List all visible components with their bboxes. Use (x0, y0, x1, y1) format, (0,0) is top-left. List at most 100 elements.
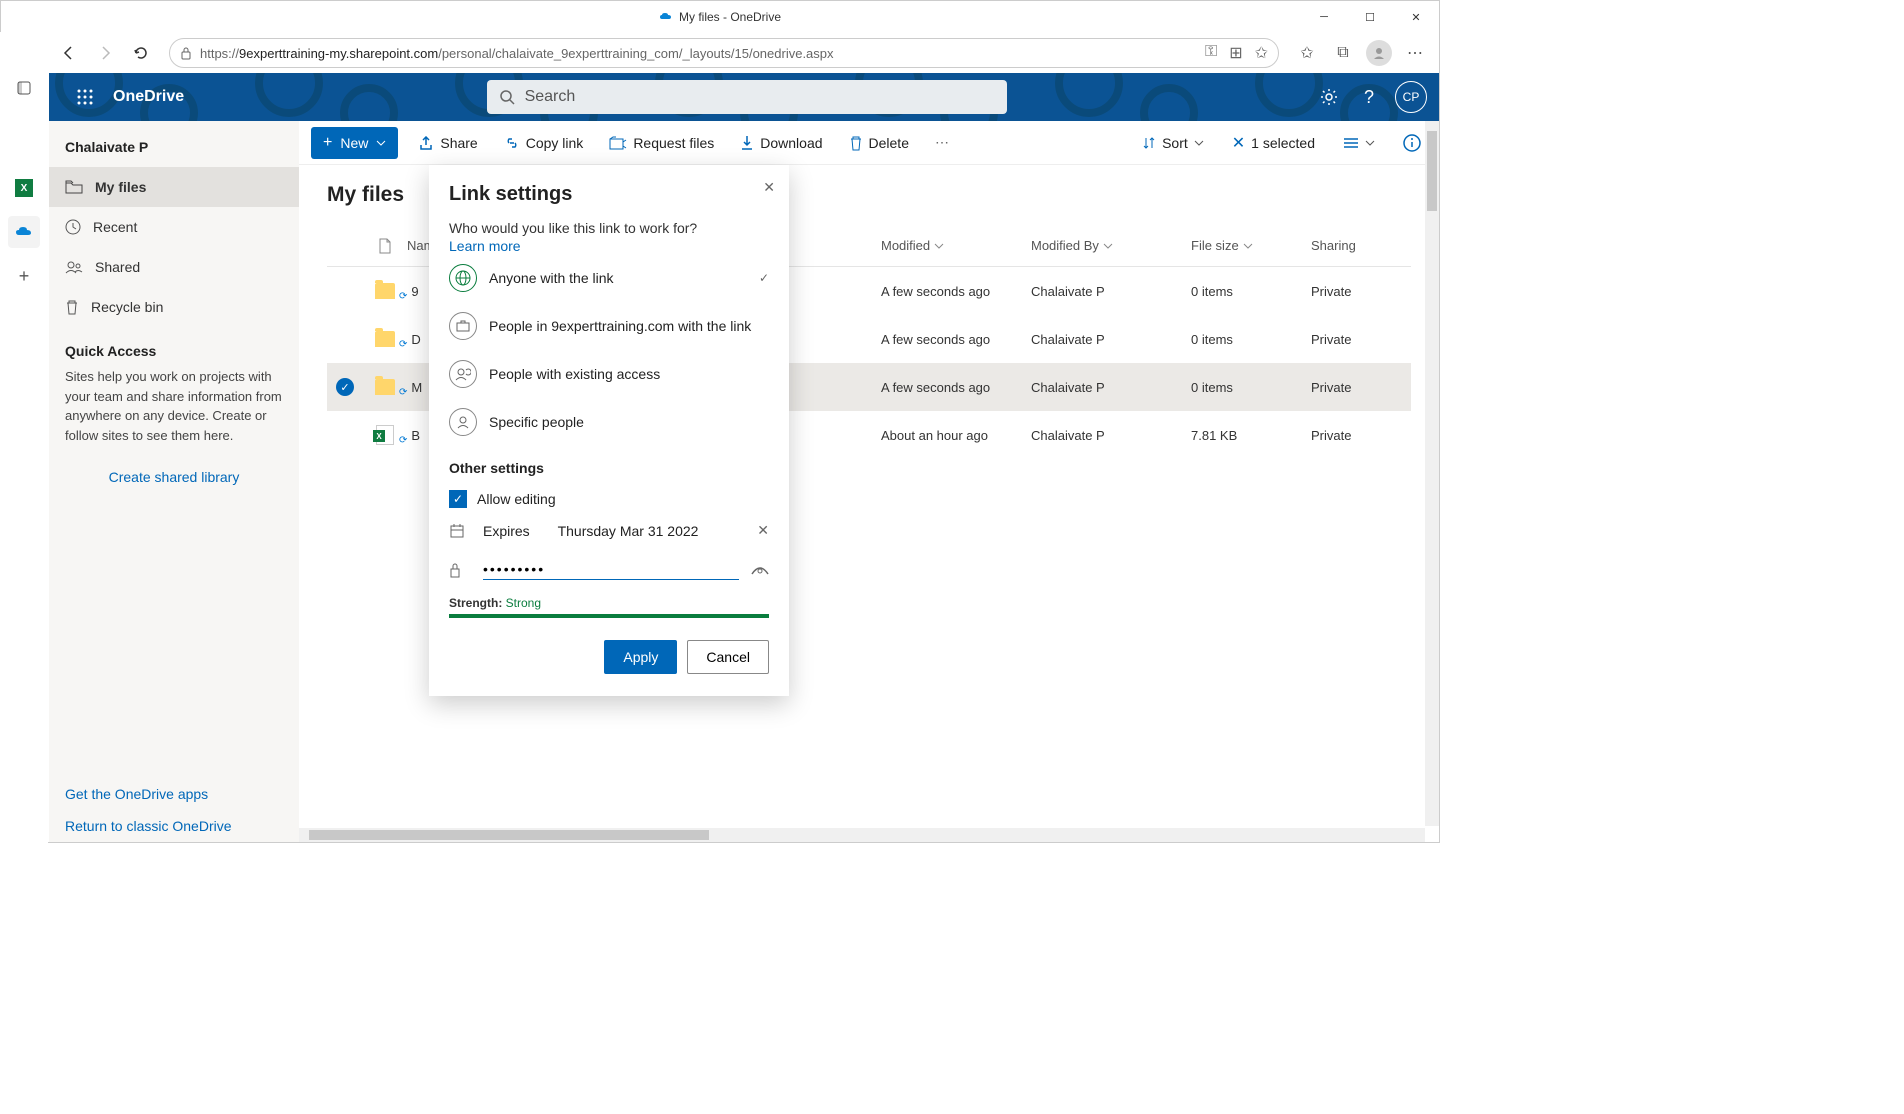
lock-icon (180, 46, 192, 60)
cell-size: 0 items (1191, 332, 1311, 347)
tab-actions[interactable] (8, 72, 40, 104)
cell-modifiedby: Chalaivate P (1031, 284, 1191, 299)
cancel-button[interactable]: Cancel (687, 640, 769, 674)
col-filesize[interactable]: File size (1191, 238, 1311, 253)
quick-access-title: Quick Access (65, 343, 283, 359)
col-modified[interactable]: Modified (861, 238, 1031, 253)
file-name: M (411, 380, 422, 395)
edge-tabstrip: X + (0, 32, 48, 1114)
dialog-title: Link settings (449, 183, 769, 206)
help-icon[interactable]: ? (1349, 77, 1389, 117)
horizontal-scrollbar[interactable] (299, 828, 1425, 842)
tab-excel[interactable]: X (8, 172, 40, 204)
sidebar-item-recent[interactable]: Recent (49, 207, 299, 247)
overflow-button[interactable]: ⋯ (929, 134, 955, 151)
favorites-bar-icon[interactable]: ✩ (1291, 37, 1323, 69)
vertical-scrollbar[interactable] (1425, 121, 1439, 826)
info-button[interactable] (1397, 134, 1427, 152)
search-icon (499, 89, 515, 105)
cell-size: 0 items (1191, 284, 1311, 299)
close-button[interactable]: ✕ (1393, 1, 1439, 33)
cell-modifiedby: Chalaivate P (1031, 332, 1191, 347)
folder-icon (65, 180, 83, 194)
search-box[interactable]: Search (487, 80, 1007, 114)
sidebar-item-recycle[interactable]: Recycle bin (49, 287, 299, 327)
sync-icon: ⟳ (399, 435, 407, 446)
request-button[interactable]: Request files (603, 135, 720, 151)
show-password-icon[interactable] (751, 564, 769, 576)
col-modifiedby[interactable]: Modified By (1031, 238, 1191, 253)
cell-sharing: Private (1311, 428, 1411, 443)
product-name[interactable]: OneDrive (113, 88, 184, 106)
cell-modified: About an hour ago (861, 428, 1031, 443)
main-pane: +New Share Copy link Request files Downl… (299, 121, 1439, 842)
favorite-icon[interactable]: ✩ (1255, 43, 1268, 63)
sidebar-item-shared[interactable]: Shared (49, 247, 299, 287)
new-button[interactable]: +New (311, 127, 398, 159)
person-icon (449, 408, 477, 436)
collections-icon[interactable]: ⧉ (1327, 37, 1359, 69)
refresh-button[interactable] (125, 37, 157, 69)
create-shared-library[interactable]: Create shared library (49, 461, 299, 493)
cell-sharing: Private (1311, 332, 1411, 347)
cell-modified: A few seconds ago (861, 380, 1031, 395)
password-input[interactable] (483, 559, 739, 580)
onedrive-cloud-icon (659, 12, 673, 22)
calendar-icon (449, 523, 471, 539)
get-apps-link[interactable]: Get the OneDrive apps (49, 778, 299, 810)
command-bar: +New Share Copy link Request files Downl… (299, 121, 1439, 165)
people-refresh-icon (449, 360, 477, 388)
cell-modifiedby: Chalaivate P (1031, 380, 1191, 395)
share-button[interactable]: Share (412, 135, 483, 151)
quick-access-text: Sites help you work on projects with you… (65, 367, 283, 445)
row-selected-icon[interactable]: ✓ (336, 378, 354, 396)
expiration-row[interactable]: Expires Thursday Mar 31 2022 ✕ (449, 512, 769, 549)
option-anyone[interactable]: Anyone with the link ✓ (449, 254, 769, 302)
delete-button[interactable]: Delete (843, 135, 915, 151)
app-launcher[interactable] (61, 73, 109, 121)
extensions-icon[interactable]: ⊞ (1229, 43, 1242, 63)
file-name: B (411, 428, 420, 443)
url-text: https://9experttraining-my.sharepoint.co… (200, 46, 834, 61)
forward-button[interactable] (89, 37, 121, 69)
password-strength: Strength: Strong (449, 596, 769, 610)
selected-indicator[interactable]: ✕1 selected (1226, 133, 1321, 153)
profile-avatar[interactable] (1363, 37, 1395, 69)
titlebar: My files - OneDrive ─ ☐ ✕ (1, 1, 1439, 33)
tab-new[interactable]: + (8, 260, 40, 292)
password-row[interactable] (449, 549, 769, 590)
back-button[interactable] (53, 37, 85, 69)
option-org[interactable]: People in 9experttraining.com with the l… (449, 302, 769, 350)
dialog-subtitle: Who would you like this link to work for… (449, 220, 769, 236)
strength-bar (449, 614, 769, 618)
download-button[interactable]: Download (734, 135, 828, 151)
classic-link[interactable]: Return to classic OneDrive (49, 810, 299, 842)
dialog-close-button[interactable]: ✕ (763, 179, 775, 196)
more-button[interactable]: ⋯ (1399, 37, 1431, 69)
address-bar[interactable]: https://9experttraining-my.sharepoint.co… (169, 38, 1279, 68)
user-avatar[interactable]: CP (1395, 81, 1427, 113)
learn-more-link[interactable]: Learn more (449, 238, 769, 254)
col-sharing[interactable]: Sharing (1311, 238, 1411, 253)
key-icon[interactable]: ⚿ (1205, 43, 1217, 63)
folder-icon (375, 283, 395, 299)
cell-sharing: Private (1311, 284, 1411, 299)
checkbox-icon: ✓ (449, 490, 467, 508)
view-button[interactable] (1337, 137, 1381, 149)
folder-icon (375, 379, 395, 395)
option-specific[interactable]: Specific people (449, 398, 769, 446)
clear-date-icon[interactable]: ✕ (757, 522, 769, 539)
allow-editing-checkbox[interactable]: ✓ Allow editing (449, 486, 769, 512)
globe-icon (449, 264, 477, 292)
sidebar-item-myfiles[interactable]: My files (49, 167, 299, 207)
clock-icon (65, 219, 81, 235)
maximize-button[interactable]: ☐ (1347, 1, 1393, 33)
apply-button[interactable]: Apply (604, 640, 677, 674)
copylink-button[interactable]: Copy link (498, 135, 590, 151)
cell-modified: A few seconds ago (861, 284, 1031, 299)
tab-onedrive[interactable] (8, 216, 40, 248)
option-existing[interactable]: People with existing access (449, 350, 769, 398)
settings-icon[interactable] (1309, 77, 1349, 117)
sort-button[interactable]: Sort (1136, 135, 1210, 151)
minimize-button[interactable]: ─ (1301, 1, 1347, 33)
